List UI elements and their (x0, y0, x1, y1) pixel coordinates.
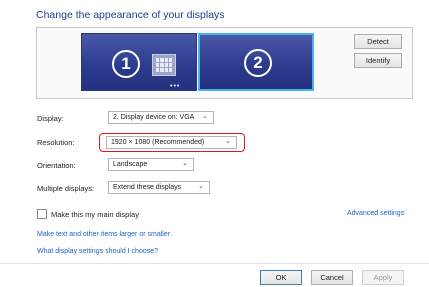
main-display-checkbox[interactable] (37, 209, 47, 219)
display-label: Display: (37, 114, 64, 123)
text-size-link[interactable]: Make text and other items larger or smal… (37, 231, 170, 238)
display-preview-area: 1 ••• 2 Detect Identify (36, 27, 413, 99)
orientation-select[interactable]: Landscape ⌄ (108, 158, 194, 171)
ok-button[interactable]: OK (260, 270, 302, 285)
apply-button[interactable]: Apply (362, 270, 404, 285)
monitor-1-dots-icon: ••• (170, 83, 181, 90)
monitor-1[interactable]: 1 ••• (81, 33, 197, 91)
multiple-displays-select-value: Extend these displays (113, 184, 182, 191)
chevron-down-icon: ⌄ (182, 160, 188, 167)
chevron-down-icon: ⌄ (202, 113, 208, 120)
advanced-settings-link[interactable]: Advanced settings (347, 210, 404, 217)
footer-divider (0, 263, 429, 264)
identify-button[interactable]: Identify (354, 53, 402, 68)
monitor-2-number: 2 (244, 49, 272, 77)
monitor-1-number: 1 (112, 50, 140, 78)
chevron-down-icon: ⌄ (198, 183, 204, 190)
multiple-displays-label: Multiple displays: (37, 184, 95, 193)
resolution-label: Resolution: (37, 138, 75, 147)
monitor-1-app-icon (152, 54, 176, 76)
detect-button[interactable]: Detect (354, 34, 402, 49)
multiple-displays-select[interactable]: Extend these displays ⌄ (108, 181, 210, 194)
page-heading: Change the appearance of your displays (36, 9, 225, 21)
display-settings-help-link[interactable]: What display settings should I choose? (37, 248, 158, 255)
display-select[interactable]: 2. Display device on: VGA ⌄ (108, 111, 214, 124)
main-display-label[interactable]: Make this my main display (51, 210, 139, 219)
chevron-down-icon: ⌄ (225, 138, 231, 145)
resolution-select-value: 1920 × 1080 (Recommended) (111, 139, 205, 146)
orientation-select-value: Landscape (113, 161, 148, 168)
cancel-button[interactable]: Cancel (311, 270, 353, 285)
resolution-select[interactable]: 1920 × 1080 (Recommended) ⌄ (106, 136, 237, 149)
monitor-2[interactable]: 2 (198, 33, 314, 91)
orientation-label: Orientation: (37, 161, 76, 170)
display-select-value: 2. Display device on: VGA (113, 114, 195, 121)
